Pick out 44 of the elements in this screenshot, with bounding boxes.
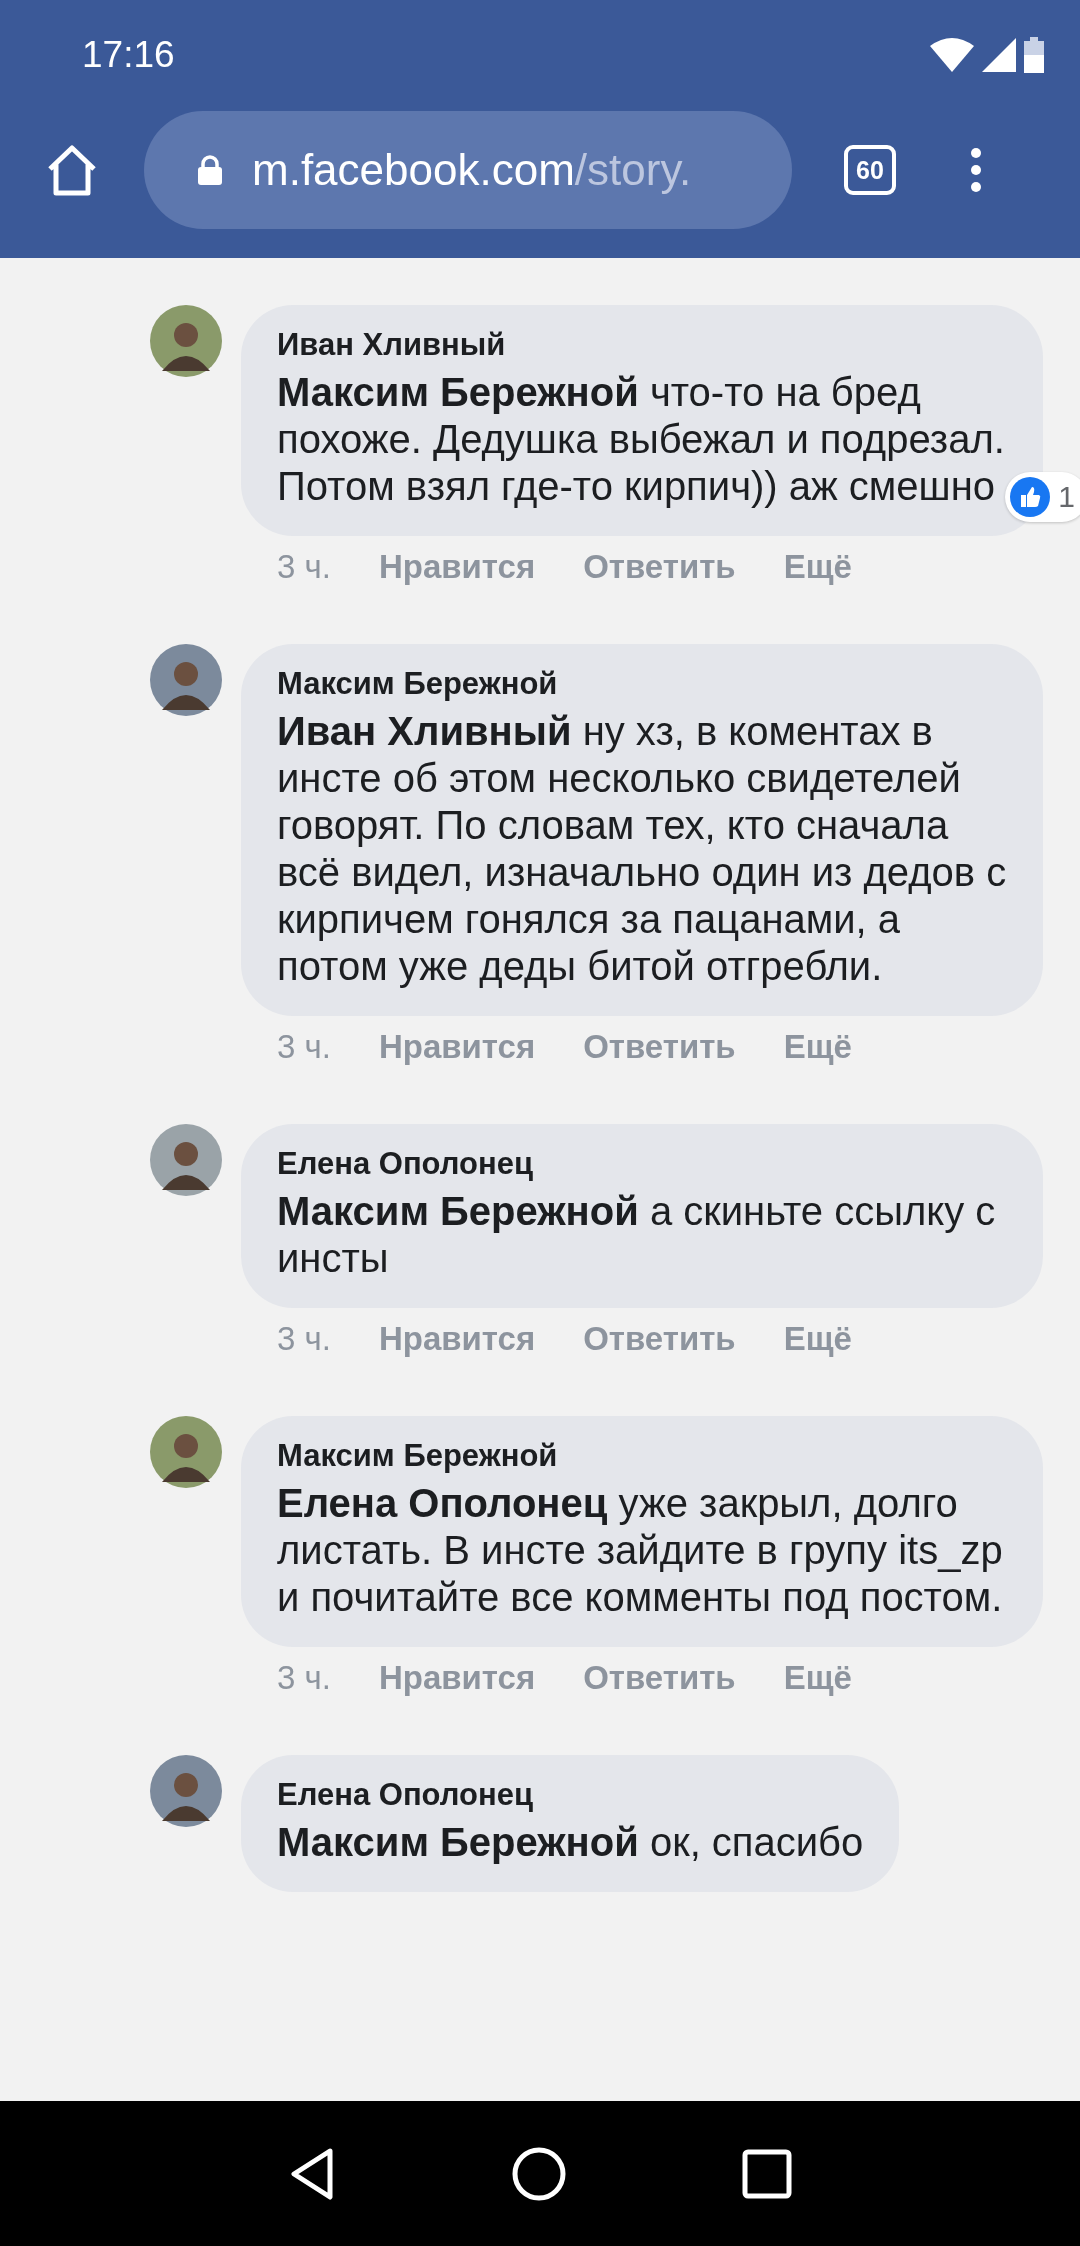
lock-icon — [198, 155, 222, 185]
comment-action-link[interactable]: Нравится — [378, 1659, 536, 1697]
comment-action-link[interactable]: Ещё — [783, 1028, 852, 1066]
comment-author[interactable]: Елена Ополонец — [277, 1777, 864, 1813]
comment-time: 3 ч. — [277, 1659, 331, 1697]
comment-text: Иван Хливный ну хз, в коментах в инсте об этом несколько свидетелей говорят. По словам тех, кто сначала всё видел, изначально один из дедов с кирпичем гонялся за пацанами, а потом уже деды битой отгребли. — [277, 708, 1007, 990]
comment-author[interactable]: Иван Хливный — [277, 327, 1007, 363]
home-circle-icon[interactable] — [511, 2145, 567, 2202]
menu-icon[interactable] — [970, 147, 982, 193]
comment-text: Елена Ополонец уже закрыл, долго листать. В инсте зайдите в групу its_zp и почитайте все комменты под постом. — [277, 1480, 1004, 1621]
avatar[interactable] — [150, 1755, 222, 1827]
comment-time: 3 ч. — [277, 548, 331, 586]
comment-time: 3 ч. — [277, 1028, 331, 1066]
comment-time: 3 ч. — [277, 1320, 331, 1358]
comment-text: Максим Бережной что-то на бред похоже. Дедушка выбежал и подрезал. Потом взял где-то кирпич)) аж смешно — [277, 369, 1006, 510]
comment-action-link[interactable]: Ответить — [583, 1320, 736, 1358]
comment-action-link[interactable]: Ответить — [583, 548, 736, 586]
comment-text: Максим Бережной а скиньте ссылку с инсты — [277, 1188, 997, 1282]
address-bar[interactable]: m.facebook.com/story. — [144, 111, 792, 229]
comment-author[interactable]: Елена Ополонец — [277, 1146, 1007, 1182]
comment-author[interactable]: Максим Бережной — [277, 1438, 1007, 1474]
avatar[interactable] — [150, 1124, 222, 1196]
like-reaction-badge[interactable]: 1 — [1005, 472, 1080, 522]
comment-action-link[interactable]: Нравится — [378, 1320, 536, 1358]
wifi-icon — [930, 38, 974, 72]
avatar[interactable] — [150, 1416, 222, 1488]
avatar[interactable] — [150, 644, 222, 716]
signal-icon — [982, 38, 1016, 72]
comment-action-link[interactable]: Ответить — [583, 1028, 736, 1066]
comment-text: Максим Бережной ок, спасибо — [277, 1819, 864, 1866]
thumbs-up-icon — [1010, 477, 1051, 517]
tab-count-button[interactable]: 60 — [844, 145, 896, 195]
comment-action-link[interactable]: Нравится — [378, 548, 536, 586]
url-text: m.facebook.com/story. — [252, 145, 692, 195]
comment-action-link[interactable]: Ещё — [783, 548, 852, 586]
battery-icon — [1024, 37, 1044, 73]
recents-icon[interactable] — [742, 2148, 793, 2199]
comment-action-link[interactable]: Ещё — [783, 1659, 852, 1697]
comment-action-link[interactable]: Ещё — [783, 1320, 852, 1358]
comment-author[interactable]: Максим Бережной — [277, 666, 1007, 702]
status-time: 17:16 — [82, 34, 175, 76]
avatar[interactable] — [150, 305, 222, 377]
comment-action-link[interactable]: Нравится — [378, 1028, 536, 1066]
comment-action-link[interactable]: Ответить — [583, 1659, 736, 1697]
